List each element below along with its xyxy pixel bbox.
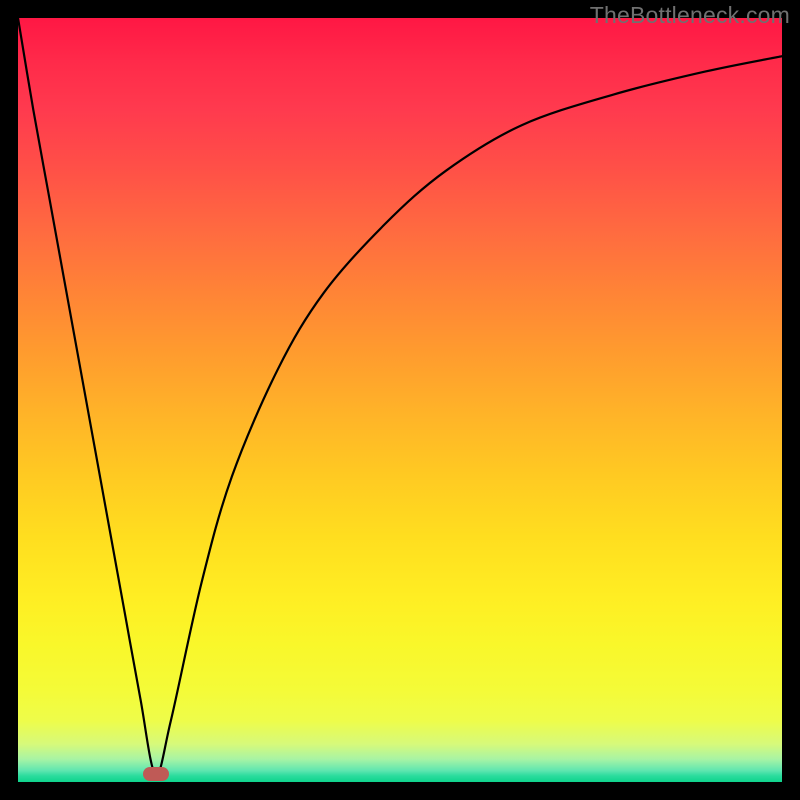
outer-frame: TheBottleneck.com [0, 0, 800, 800]
optimal-point-marker [143, 767, 169, 781]
watermark-text: TheBottleneck.com [590, 2, 790, 29]
bottleneck-curve [18, 18, 782, 782]
plot-area [18, 18, 782, 782]
